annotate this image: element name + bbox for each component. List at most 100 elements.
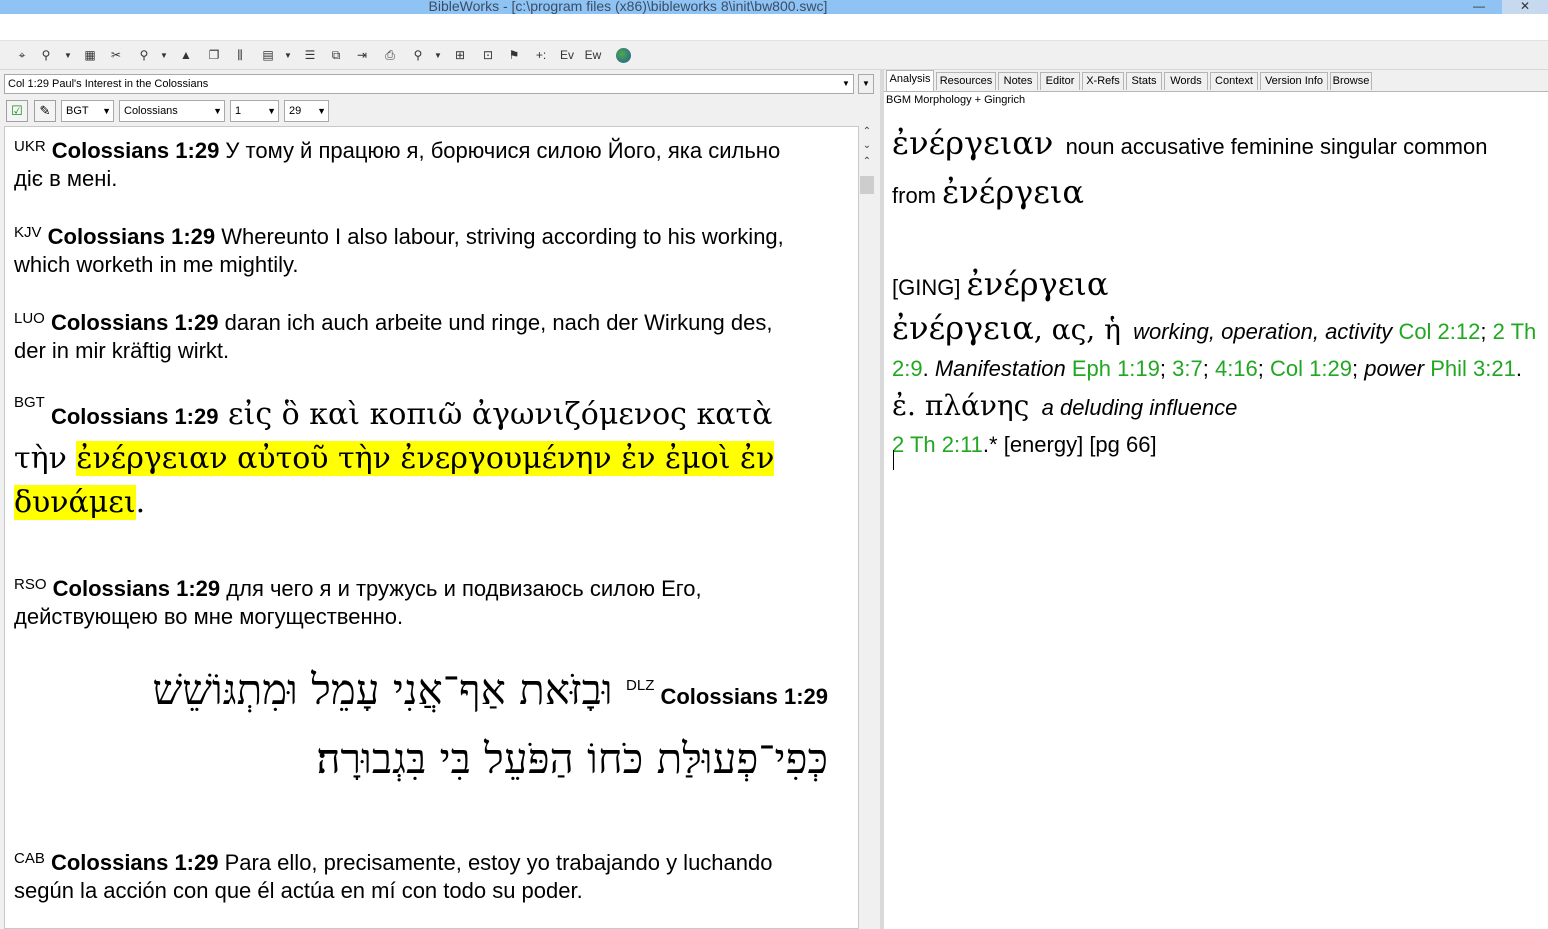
parsing-text: noun accusative feminine singular common: [1065, 134, 1488, 159]
tab-words[interactable]: Words: [1164, 72, 1208, 90]
verse-entry[interactable]: BGT Colossians 1:29 εἰς ὃ καὶ κοπιῶ ἀγων…: [14, 393, 804, 525]
tools-icon[interactable]: ✎: [34, 100, 56, 122]
dropdown-arrow-icon[interactable]: ▼: [160, 46, 168, 64]
hebrew-text[interactable]: וּבָזֹּאת אַף־אֲנִי עָמֵל וּמִתְגּוֹשֵׁש…: [153, 665, 828, 783]
verse-reference[interactable]: Colossians 1:29: [48, 224, 216, 249]
tab-notes[interactable]: Notes: [998, 72, 1038, 90]
version-select[interactable]: BGT ▼: [61, 100, 114, 122]
plus-icon[interactable]: +:: [532, 46, 550, 64]
verse-combo-value: Col 1:29 Paul's Interest in the Colossia…: [8, 78, 209, 90]
browse-text-area[interactable]: UKR Colossians 1:29 У тому й працюю я, б…: [4, 126, 859, 929]
scrollbar-thumb[interactable]: [860, 176, 874, 194]
analyzed-word[interactable]: ἐνέργειαν: [892, 124, 1053, 162]
ev-icon[interactable]: Ev: [558, 46, 576, 64]
verse-reference[interactable]: Colossians 1:29: [51, 310, 219, 335]
copy-icon[interactable]: ⧉: [328, 46, 344, 64]
lemma-line: from ἐνέργεια: [892, 170, 1542, 218]
chevron-up-icon[interactable]: ⌃: [859, 126, 875, 137]
search-person-icon[interactable]: ⚲: [38, 46, 54, 64]
verse-entry[interactable]: RSO Colossians 1:29 для чего я и тружусь…: [14, 575, 804, 631]
lemma[interactable]: ἐνέργεια: [942, 173, 1084, 211]
chevron-down-icon: ▼: [213, 106, 222, 116]
scripture-link[interactable]: 2 Th 2:11: [892, 432, 983, 457]
tab-context[interactable]: Context: [1210, 72, 1258, 90]
scripture-link[interactable]: 4:16: [1215, 356, 1258, 381]
verse-entry[interactable]: KJV Colossians 1:29 Whereunto I also lab…: [14, 223, 804, 279]
chevron-down-icon[interactable]: ⌄: [859, 140, 875, 151]
tab-version-info[interactable]: Version Info: [1260, 72, 1328, 90]
chevron-down-icon: ▼: [267, 106, 276, 116]
verse-reference[interactable]: Colossians 1:29: [52, 138, 220, 163]
entry-forms: , ας, ἡ: [1033, 313, 1121, 346]
text-icon[interactable]: ⊡: [480, 46, 496, 64]
close-button[interactable]: ✕: [1502, 0, 1548, 14]
print-icon[interactable]: ⎙: [382, 46, 398, 64]
menu-bar: [0, 14, 1548, 41]
ging-tag: [GING]: [892, 275, 961, 300]
tab-editor[interactable]: Editor: [1040, 72, 1080, 90]
browse-window: Col 1:29 Paul's Interest in the Colossia…: [0, 70, 880, 929]
analysis-content: ἐνέργειαν noun accusative feminine singu…: [892, 120, 1542, 463]
scripture-link[interactable]: 3:7: [1172, 356, 1203, 381]
dropdown-arrow-icon[interactable]: ▼: [64, 46, 72, 64]
tab-analysis[interactable]: Analysis: [886, 70, 934, 91]
chapter-select[interactable]: 1 ▼: [230, 100, 279, 122]
scripture-link[interactable]: Phil 3:21: [1430, 356, 1516, 381]
verse-reference[interactable]: Colossians 1:29: [660, 684, 828, 709]
highlighted-greek-text[interactable]: ἐνέργειαν αὐτοῦ τὴν ἐνεργουμένην ἐν ἐμοὶ…: [14, 441, 775, 520]
checkbox-toggle-icon[interactable]: ☑: [6, 100, 28, 122]
greek-text-end: .: [135, 485, 146, 520]
dropdown-arrow-icon[interactable]: ▼: [434, 46, 442, 64]
chevron-down-icon[interactable]: ▼: [839, 75, 853, 93]
tools-icon[interactable]: ✂: [108, 46, 124, 64]
verse-reference[interactable]: Colossians 1:29: [51, 850, 219, 875]
verse-entry[interactable]: UKR Colossians 1:29 У тому й працюю я, б…: [14, 137, 804, 193]
tab-browse[interactable]: Browse: [1330, 72, 1372, 90]
from-label: from: [892, 183, 936, 208]
book-select[interactable]: Colossians ▼: [119, 100, 225, 122]
ging-lemma[interactable]: ἐνέργεια: [967, 265, 1109, 303]
globe-icon[interactable]: [614, 46, 632, 64]
title-bar: BibleWorks - [c:\program files (x86)\bib…: [0, 0, 1548, 14]
tab-resources[interactable]: Resources: [936, 72, 996, 90]
export-icon[interactable]: ⇥: [354, 46, 370, 64]
flag-icon[interactable]: ⚑: [506, 46, 522, 64]
scripture-link[interactable]: Col 1:29: [1270, 356, 1352, 381]
tab-xrefs[interactable]: X-Refs: [1082, 72, 1124, 90]
verse-entry[interactable]: LUO Colossians 1:29 daran ich auch arbei…: [14, 309, 804, 365]
verse-entry[interactable]: CAB Colossians 1:29 Para ello, precisame…: [14, 849, 804, 905]
window-icon[interactable]: ❐: [206, 46, 222, 64]
search-icon[interactable]: ⚲: [136, 46, 152, 64]
dropdown-arrow-icon[interactable]: ▼: [284, 46, 292, 64]
verse-select[interactable]: 29 ▼: [284, 100, 329, 122]
version-label: CAB: [14, 850, 45, 867]
ew-icon[interactable]: Ew: [584, 46, 602, 64]
gloss: power: [1364, 356, 1425, 381]
verse-reference[interactable]: Colossians 1:29: [51, 404, 219, 429]
columns-icon[interactable]: ⫼: [232, 46, 248, 64]
verse-reference[interactable]: Colossians 1:29: [53, 576, 221, 601]
tab-strip: Analysis Resources Notes Editor X-Refs S…: [884, 70, 1548, 92]
history-dropdown-button[interactable]: ▼: [858, 74, 874, 94]
version-label: LUO: [14, 310, 45, 327]
toolbar: ⌖ ⚲ ▼ ▦ ✂ ⚲ ▼ ▲ ❐ ⫼ ▤ ▼ ☰ ⧉ ⇥ ⎙ ⚲ ▼ ⊞ ⊡ …: [0, 41, 1548, 70]
grid-icon[interactable]: ⊞: [452, 46, 468, 64]
window-title: BibleWorks - [c:\program files (x86)\bib…: [428, 0, 828, 14]
grid-icon[interactable]: ▦: [82, 46, 98, 64]
table-icon[interactable]: ▤: [260, 46, 276, 64]
chevron-up-icon[interactable]: ⌃: [859, 156, 875, 167]
hebrew-verse-entry[interactable]: DLZ Colossians 1:29 וּבָזֹּאת אַף־אֲנִי …: [28, 659, 828, 790]
verse-combo[interactable]: Col 1:29 Paul's Interest in the Colossia…: [4, 74, 854, 94]
vertical-scrollbar[interactable]: ⌃ ⌄ ⌃: [859, 126, 875, 929]
version-label: BGT: [14, 394, 45, 411]
minimize-button[interactable]: —: [1456, 0, 1502, 14]
analysis-icon[interactable]: ▲: [178, 46, 194, 64]
gloss: working, operation, activity: [1133, 319, 1393, 344]
tab-stats[interactable]: Stats: [1126, 72, 1162, 90]
scripture-link[interactable]: Eph 1:19: [1072, 356, 1160, 381]
layout-icon[interactable]: ⚲: [410, 46, 426, 64]
scripture-link[interactable]: Col 2:12: [1398, 319, 1480, 344]
target-icon[interactable]: ⌖: [14, 46, 30, 64]
version-label: KJV: [14, 224, 42, 241]
list-icon[interactable]: ☰: [302, 46, 318, 64]
